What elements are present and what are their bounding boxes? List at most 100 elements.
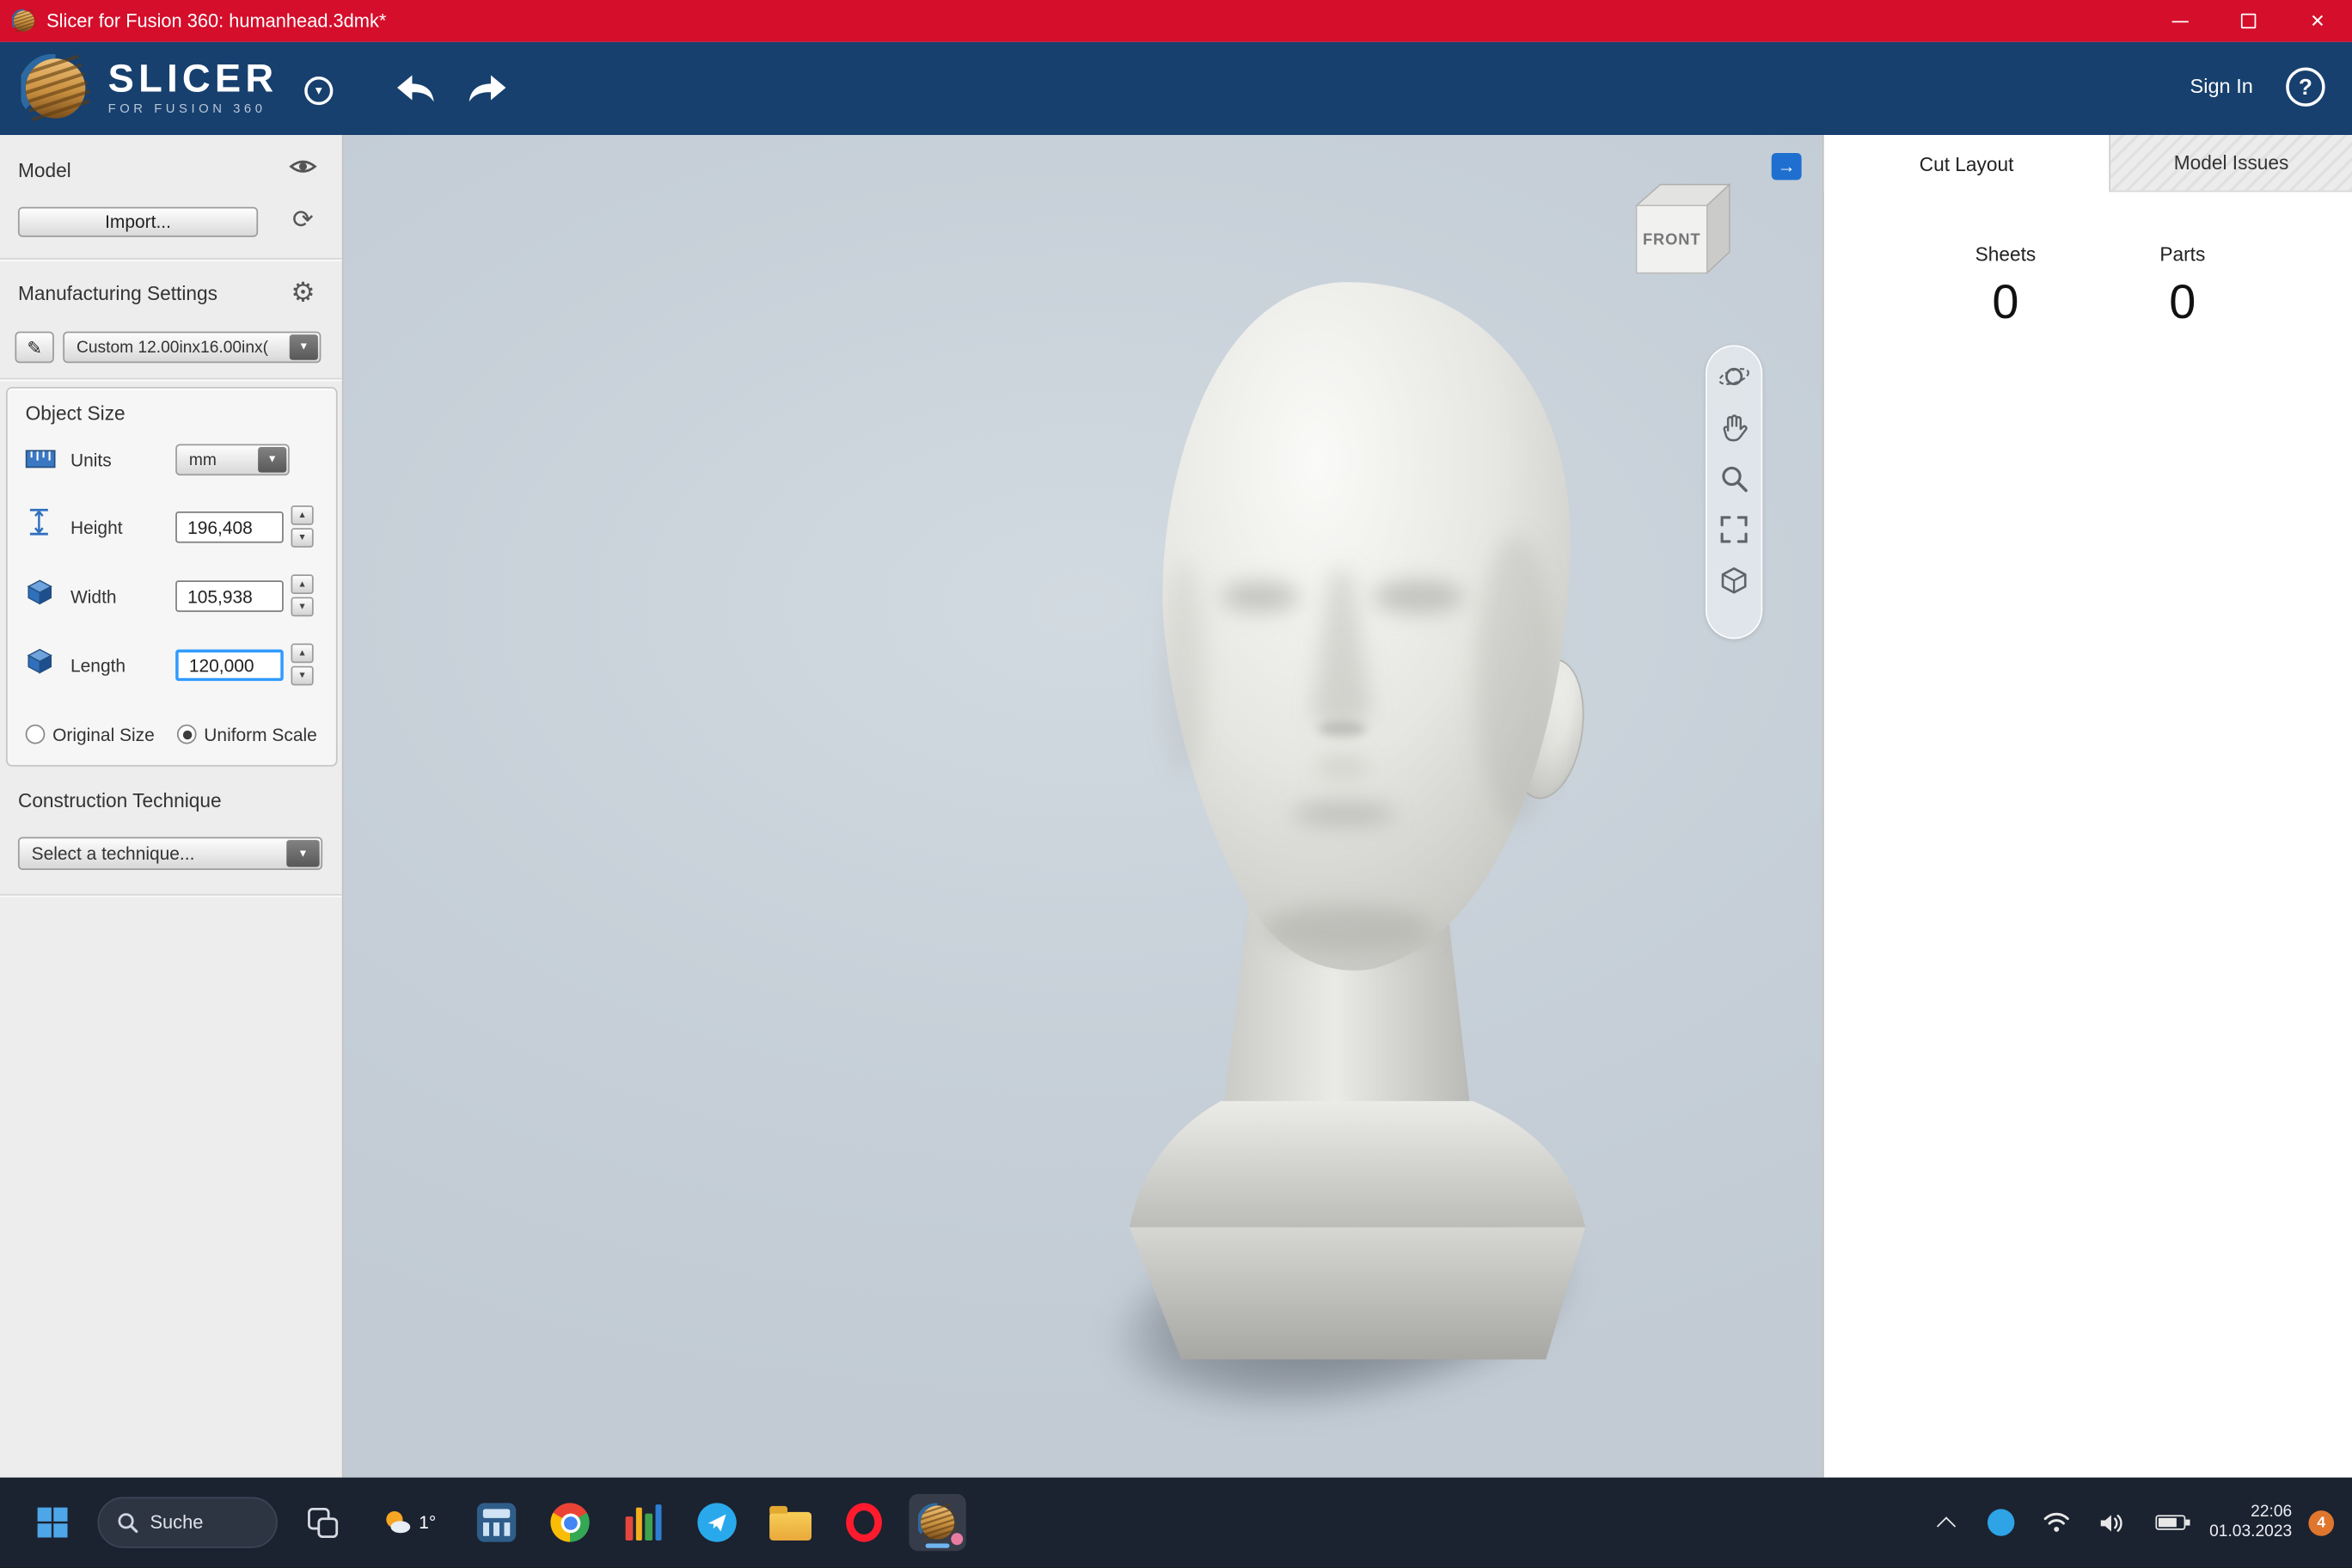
spin-up-icon: ▲: [297, 579, 306, 588]
chrome-app-button[interactable]: [542, 1495, 598, 1552]
parts-label: Parts: [2092, 243, 2272, 266]
help-button[interactable]: ?: [2286, 68, 2324, 107]
width-label: Width: [70, 586, 117, 607]
fit-view-button[interactable]: [1716, 511, 1752, 548]
length-spinner-up[interactable]: ▲: [291, 644, 314, 664]
viewport-nav-toolbar: [1706, 345, 1762, 639]
calculator-app-button[interactable]: [468, 1495, 524, 1552]
task-view-button[interactable]: [294, 1495, 351, 1552]
logo-subtitle: FOR FUSION 360: [108, 101, 279, 115]
slicer-logo-icon: [21, 54, 89, 123]
library-icon: [626, 1505, 662, 1541]
wifi-icon: [2043, 1513, 2069, 1534]
title-bar: Slicer for Fusion 360: humanhead.3dmk* ✕: [0, 0, 2352, 42]
height-label: Height: [70, 518, 123, 538]
notification-badge[interactable]: 4: [2308, 1510, 2334, 1536]
taskbar-search[interactable]: Suche: [97, 1498, 277, 1548]
fit-frame-icon: [1719, 515, 1749, 545]
spin-up-icon: ▲: [297, 511, 306, 519]
volume-button[interactable]: [2092, 1495, 2131, 1552]
refresh-button[interactable]: ⟳: [282, 201, 324, 240]
tab-model-issues[interactable]: Model Issues: [2109, 135, 2352, 192]
height-spinner-down[interactable]: ▼: [291, 528, 314, 548]
file-explorer-button[interactable]: [762, 1495, 818, 1552]
sheets-stat: Sheets 0: [1915, 243, 2095, 330]
panel-expand-button[interactable]: →: [1772, 153, 1802, 180]
tray-overflow-button[interactable]: [1929, 1495, 1965, 1552]
undo-button[interactable]: [393, 74, 438, 104]
manufacturing-preset-dropdown[interactable]: Custom 12.00inx16.00inx( ▼: [63, 332, 321, 364]
caret-glyph: ▼: [297, 848, 308, 859]
taskbar-clock[interactable]: 22:06 01.03.2023: [2209, 1503, 2292, 1543]
width-spinner-down[interactable]: ▼: [291, 597, 314, 616]
weather-widget[interactable]: 1°: [368, 1495, 452, 1552]
battery-button[interactable]: [2148, 1495, 2193, 1552]
maximize-button[interactable]: [2214, 0, 2282, 42]
network-button[interactable]: [2037, 1495, 2075, 1552]
weather-icon: [383, 1508, 413, 1538]
battery-icon: [2155, 1516, 2185, 1530]
width-spinner-up[interactable]: ▲: [291, 574, 314, 594]
visibility-toggle-button[interactable]: [282, 150, 324, 182]
length-input[interactable]: 120,000: [175, 650, 284, 682]
temperature-label: 1°: [419, 1513, 436, 1534]
logo-title: SLICER: [108, 58, 279, 97]
windows-taskbar: Suche 1°: [0, 1478, 2352, 1568]
viewport-3d[interactable]: FRONT →: [344, 135, 1822, 1478]
start-button[interactable]: [24, 1495, 81, 1552]
units-value: mm: [189, 450, 217, 469]
view-cube[interactable]: FRONT: [1626, 177, 1740, 291]
original-size-label: Original Size: [52, 725, 155, 745]
width-dimension-icon: [27, 579, 52, 605]
chevron-up-icon: [1938, 1516, 1957, 1535]
parts-stat: Parts 0: [2092, 243, 2272, 330]
opera-icon: [846, 1504, 882, 1542]
manufacturing-settings-button[interactable]: ⚙: [282, 273, 324, 312]
app-menu-button[interactable]: ▾: [304, 77, 333, 105]
section-divider: [0, 894, 342, 896]
spin-up-icon: ▲: [297, 649, 306, 658]
caret-glyph: ▼: [298, 342, 309, 352]
zoom-tool-button[interactable]: [1716, 461, 1752, 497]
units-dropdown[interactable]: mm ▼: [175, 444, 290, 475]
search-icon: [117, 1513, 138, 1534]
slicer-app-window: Slicer for Fusion 360: humanhead.3dmk* ✕…: [0, 0, 2352, 1568]
library-app-button[interactable]: [615, 1495, 671, 1552]
refresh-icon: ⟳: [292, 205, 314, 236]
height-input[interactable]: 196,408: [175, 511, 284, 543]
redo-button[interactable]: [465, 74, 510, 104]
tray-app-button[interactable]: [1981, 1495, 2020, 1552]
right-panel: Cut Layout Model Issues Sheets 0 Parts 0: [1822, 135, 2352, 1478]
uniform-scale-radio[interactable]: [177, 725, 197, 744]
height-spinner-up[interactable]: ▲: [291, 505, 314, 525]
pencil-icon: ✎: [27, 337, 42, 358]
sign-in-button[interactable]: Sign In: [2190, 75, 2252, 97]
telegram-app-button[interactable]: [689, 1495, 745, 1552]
opera-app-button[interactable]: [836, 1495, 892, 1552]
original-size-radio[interactable]: [26, 725, 46, 744]
construction-section-title: Construction Technique: [18, 789, 222, 812]
section-divider: [0, 378, 342, 380]
display-settings-button[interactable]: [1716, 562, 1752, 598]
taskbar-left-cluster: Suche 1°: [24, 1478, 966, 1568]
minimize-button[interactable]: [2145, 0, 2214, 42]
telegram-icon: [697, 1504, 736, 1542]
construction-technique-dropdown[interactable]: Select a technique... ▼: [18, 837, 322, 870]
close-button[interactable]: ✕: [2283, 0, 2352, 42]
width-input[interactable]: 105,938: [175, 580, 284, 612]
orbit-tool-button[interactable]: [1716, 358, 1752, 395]
app-logo: SLICER FOR FUSION 360: [108, 58, 279, 115]
manufacturing-section-title: Manufacturing Settings: [18, 282, 217, 304]
import-button[interactable]: Import...: [18, 207, 258, 237]
sheets-label: Sheets: [1915, 243, 2095, 266]
cube-icon: [1719, 566, 1749, 596]
tab-cut-layout[interactable]: Cut Layout: [1824, 135, 2110, 192]
slicer-app-button[interactable]: [909, 1495, 965, 1552]
app-icon: [12, 9, 36, 33]
human-head-model[interactable]: [1086, 273, 1641, 1443]
tray-app-icon: [1988, 1510, 2014, 1536]
length-spinner-down[interactable]: ▼: [291, 666, 314, 686]
edit-preset-button[interactable]: ✎: [15, 332, 53, 364]
app-toolbar: SLICER FOR FUSION 360 ▾ Sign In ?: [0, 42, 2352, 135]
pan-tool-button[interactable]: [1716, 409, 1752, 445]
